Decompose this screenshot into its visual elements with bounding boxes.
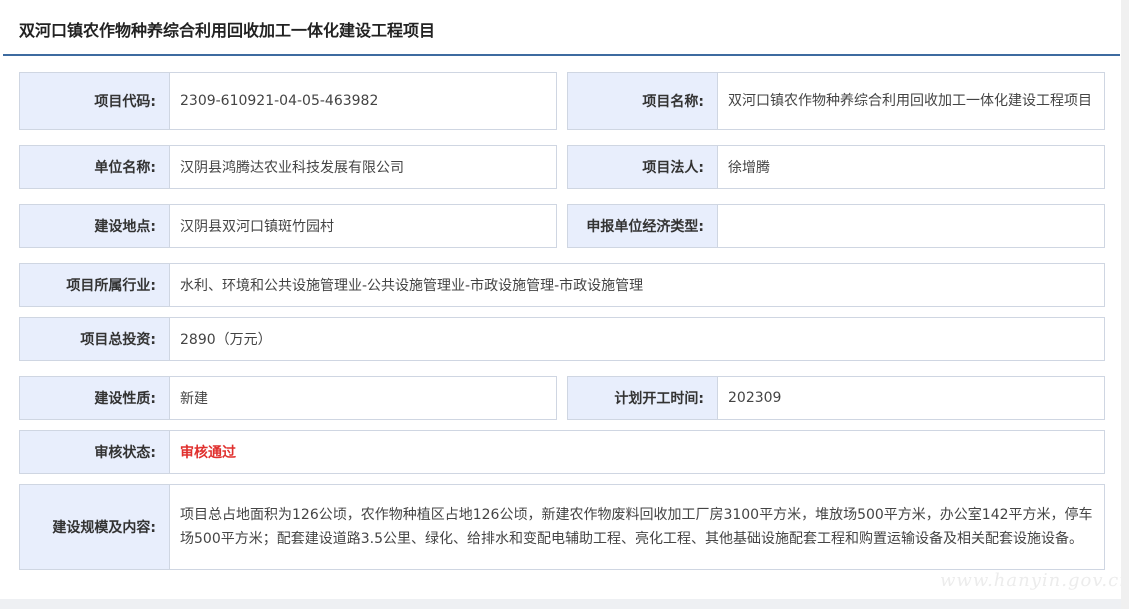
location-label: 建设地点: [19, 204, 170, 248]
economic-type-value [717, 204, 1105, 248]
industry-label: 项目所属行业: [19, 263, 170, 307]
start-time-value: 202309 [717, 376, 1105, 420]
project-code-label: 项目代码: [19, 72, 170, 130]
total-investment-value: 2890（万元） [169, 317, 1105, 361]
page-scrollbar[interactable] [1121, 0, 1129, 609]
title-divider [3, 54, 1120, 56]
total-investment-label: 项目总投资: [19, 317, 170, 361]
review-status-value: 审核通过 [169, 430, 1105, 474]
detail-panel: 双河口镇农作物种养综合利用回收加工一体化建设工程项目 项目代码: 2309-61… [0, 0, 1129, 599]
scale-content-label: 建设规模及内容: [19, 484, 170, 570]
industry-value: 水利、环境和公共设施管理业-公共设施管理业-市政设施管理-市政设施管理 [169, 263, 1105, 307]
location-value: 汉阴县双河口镇斑竹园村 [169, 204, 557, 248]
project-code-value: 2309-610921-04-05-463982 [169, 72, 557, 130]
bottom-strip [0, 599, 1121, 609]
project-name-value: 双河口镇农作物种养综合利用回收加工一体化建设工程项目 [717, 72, 1105, 130]
nature-label: 建设性质: [19, 376, 170, 420]
scale-content-value: 项目总占地面积为126公顷，农作物种植区占地126公顷，新建农作物废料回收加工厂… [169, 484, 1105, 570]
site-watermark: www.hanyin.gov.cn [940, 570, 1129, 591]
legal-person-value: 徐增腾 [717, 145, 1105, 189]
project-name-label: 项目名称: [567, 72, 718, 130]
unit-name-label: 单位名称: [19, 145, 170, 189]
start-time-label: 计划开工时间: [567, 376, 718, 420]
legal-person-label: 项目法人: [567, 145, 718, 189]
review-status-label: 审核状态: [19, 430, 170, 474]
economic-type-label: 申报单位经济类型: [567, 204, 718, 248]
unit-name-value: 汉阴县鸿腾达农业科技发展有限公司 [169, 145, 557, 189]
page-title: 双河口镇农作物种养综合利用回收加工一体化建设工程项目 [19, 21, 436, 40]
nature-value: 新建 [169, 376, 557, 420]
